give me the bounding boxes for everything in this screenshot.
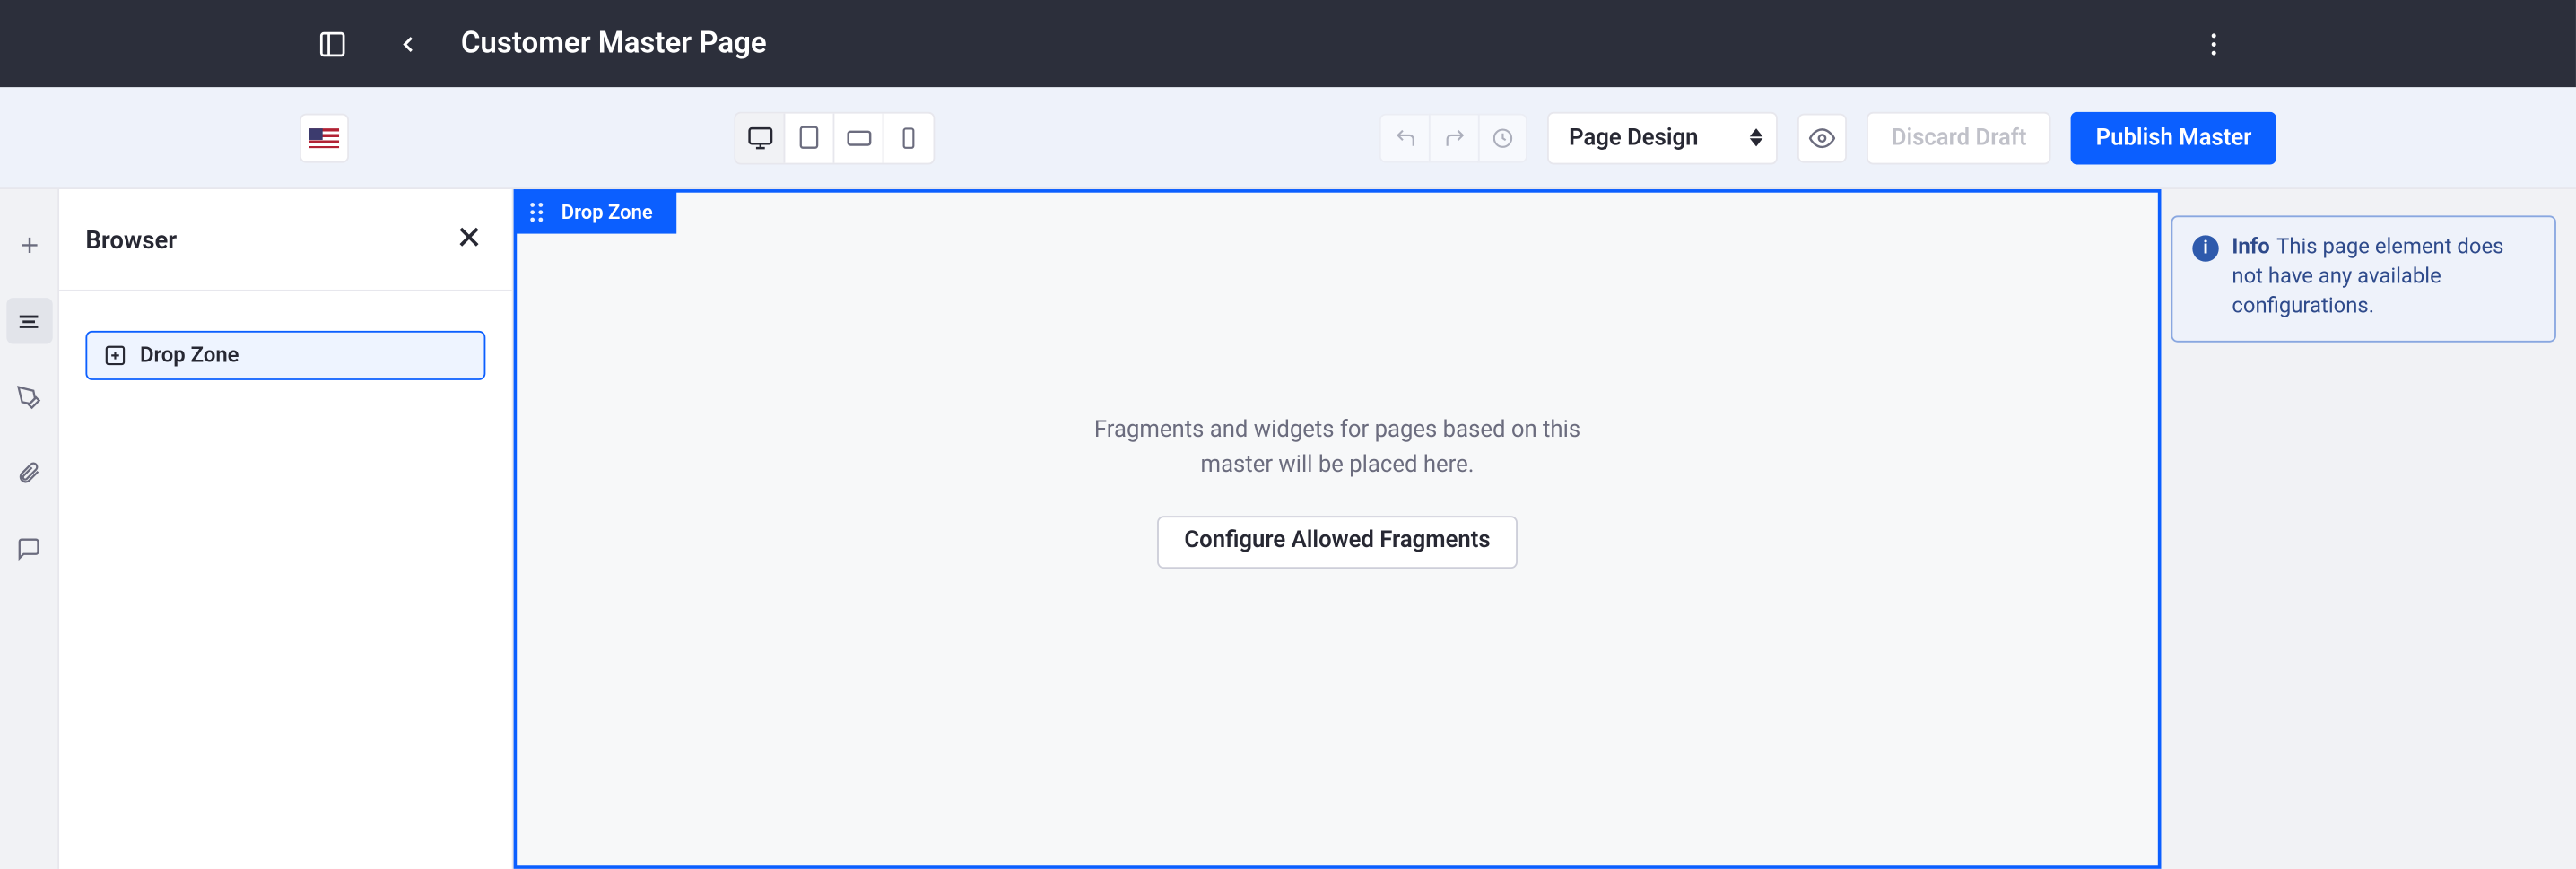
info-icon: i (2192, 235, 2218, 261)
more-menu-icon[interactable] (2191, 21, 2237, 66)
device-switcher (734, 111, 935, 164)
rail-attach-button[interactable] (5, 449, 51, 495)
info-label: Info (2232, 235, 2269, 260)
preview-button[interactable] (1797, 113, 1847, 162)
discard-draft-button: Discard Draft (1867, 111, 2051, 164)
page-title: Customer Master Page (461, 26, 767, 61)
info-message: This page element does not have any avai… (2232, 235, 2503, 319)
drop-zone-tag-label: Drop Zone (561, 201, 653, 224)
history-button[interactable] (1478, 113, 1527, 162)
device-landscape-button[interactable] (834, 113, 883, 162)
config-sidebar: i InfoThis page element does not have an… (2161, 189, 2575, 869)
device-tablet-button[interactable] (785, 113, 834, 162)
rail-add-button[interactable] (5, 222, 51, 268)
sidebar-toggle-icon[interactable] (309, 21, 355, 66)
configure-fragments-button[interactable]: Configure Allowed Fragments (1156, 515, 1519, 568)
device-mobile-button[interactable] (883, 113, 933, 162)
close-icon[interactable] (453, 220, 486, 259)
drop-zone-tag[interactable]: Drop Zone (515, 191, 675, 234)
mode-select-value: Page Design (1569, 125, 1698, 151)
rail-browser-button[interactable] (5, 298, 51, 343)
undo-button[interactable] (1379, 113, 1429, 162)
tree-item-drop-zone[interactable]: Drop Zone (85, 331, 485, 380)
tool-rail (0, 189, 59, 869)
drop-zone-placeholder-text: Fragments and widgets for pages based on… (1074, 413, 1600, 482)
sort-caret-icon (1750, 128, 1763, 146)
back-icon[interactable] (385, 21, 431, 66)
device-desktop-button[interactable] (735, 113, 785, 162)
canvas-area: Drop Zone Fragments and widgets for page… (514, 189, 2162, 869)
redo-button[interactable] (1429, 113, 1478, 162)
tree-item-label: Drop Zone (140, 343, 239, 369)
panel-title: Browser (85, 224, 177, 254)
flag-us-icon (309, 127, 339, 147)
rail-comments-button[interactable] (5, 525, 51, 570)
drop-zone-icon (104, 344, 127, 368)
publish-master-button[interactable]: Publish Master (2071, 111, 2276, 164)
drag-handle-icon[interactable] (528, 201, 544, 224)
drop-zone[interactable]: Drop Zone Fragments and widgets for page… (514, 189, 2162, 869)
rail-design-button[interactable] (5, 374, 51, 420)
locale-selector[interactable] (300, 113, 349, 162)
browser-panel: Browser Drop Zone (59, 189, 513, 869)
mode-select[interactable]: Page Design (1547, 111, 1778, 164)
info-alert: i InfoThis page element does not have an… (2171, 215, 2555, 341)
